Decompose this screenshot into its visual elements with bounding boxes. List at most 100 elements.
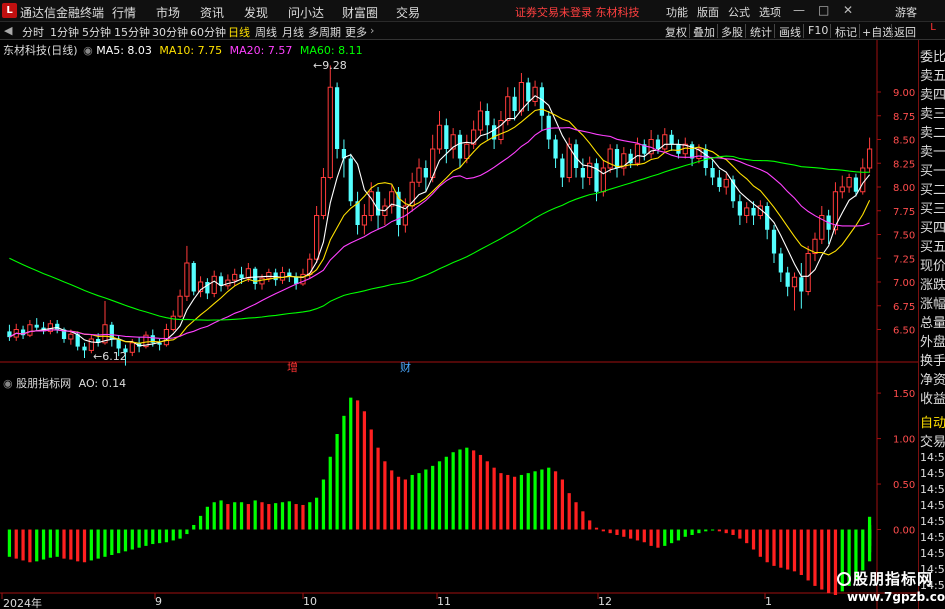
ao-bar xyxy=(560,479,564,530)
tab-5min[interactable]: 5分钟 xyxy=(82,24,111,40)
ao-bar xyxy=(813,529,817,586)
tab-30min[interactable]: 30分钟 xyxy=(152,24,188,40)
tab-daily[interactable]: 日线 xyxy=(228,24,250,40)
user-guest[interactable]: 游客 xyxy=(895,4,917,20)
panel-label-bid2: 买二 xyxy=(920,183,945,198)
ao-bar xyxy=(246,504,250,530)
ao-bar xyxy=(355,400,360,530)
event-mark-finance[interactable]: 财 xyxy=(400,359,411,375)
login-notice[interactable]: 证券交易未登录 东材科技 xyxy=(515,4,640,20)
menu-formula[interactable]: 公式 xyxy=(728,4,750,20)
tab-intraday[interactable]: 分时 xyxy=(22,24,44,40)
panel-label-earnings: 收益 xyxy=(920,392,945,407)
ao-bar xyxy=(185,529,189,535)
menu-wealth[interactable]: 财富圈 xyxy=(342,4,378,21)
candle-body-down xyxy=(710,168,715,178)
panel-label-bid-ratio: 委比 xyxy=(920,50,945,65)
maximize-icon[interactable]: □ xyxy=(818,3,829,17)
ao-bar xyxy=(567,493,571,530)
minimize-icon[interactable]: — xyxy=(793,3,805,17)
ao-bar xyxy=(62,529,66,559)
ao-bar xyxy=(526,473,530,530)
add-watchlist-button[interactable]: +自选 xyxy=(862,24,893,40)
stats-button[interactable]: 统计 xyxy=(750,24,772,40)
menu-layout[interactable]: 版面 xyxy=(697,4,719,20)
panel-label-bid5: 买五 xyxy=(920,240,945,255)
menu-quotes[interactable]: 行情 xyxy=(112,4,136,21)
adjust-button[interactable]: 复权 xyxy=(665,24,687,40)
candle-body-up xyxy=(860,167,866,193)
menu-functions[interactable]: 功能 xyxy=(666,4,688,20)
tab-15min[interactable]: 15分钟 xyxy=(114,24,150,40)
ao-bar xyxy=(301,504,305,530)
menu-assistant[interactable]: 问小达 xyxy=(288,4,324,21)
candle-body-up xyxy=(744,207,750,216)
ao-bar xyxy=(806,529,810,581)
tab-more[interactable]: 更多 xyxy=(345,24,367,40)
menu-options[interactable]: 选项 xyxy=(759,4,781,20)
candle-body-down xyxy=(560,158,565,178)
multi-stock-button[interactable]: 多股 xyxy=(721,24,743,40)
ao-bar xyxy=(601,529,605,532)
ao-bar xyxy=(772,529,776,566)
ao-bar xyxy=(96,529,100,559)
ao-bar xyxy=(335,434,339,530)
candle-body-down xyxy=(771,229,777,254)
panel-label-bid1: 买一 xyxy=(920,164,945,179)
candle-body-down xyxy=(717,177,722,187)
draw-line-button[interactable]: 画线 xyxy=(779,24,801,40)
mark-button[interactable]: 标记 xyxy=(835,24,857,40)
menu-discover[interactable]: 发现 xyxy=(244,4,268,21)
x-label-oct: 10 xyxy=(303,595,317,608)
ao-bar xyxy=(417,473,421,530)
event-mark-increase[interactable]: 增 xyxy=(287,359,298,375)
quote-side-panel: 委比 卖五 卖四 卖三 卖二 卖一 买一 买二 买三 买四 买五 现价 涨跌 涨… xyxy=(918,40,945,609)
candle-body-down xyxy=(348,158,353,202)
tick-time: 14:56 xyxy=(920,499,945,512)
divider xyxy=(891,24,892,38)
ao-bar xyxy=(28,529,32,563)
ao-bar xyxy=(424,469,428,530)
legend-toggle-icon[interactable]: ◉ xyxy=(83,44,93,57)
panel-label-bid4: 买四 xyxy=(920,221,945,236)
ao-bar xyxy=(164,529,169,543)
panel-label-volume: 总量 xyxy=(920,316,945,331)
tab-1min[interactable]: 1分钟 xyxy=(50,24,79,40)
tick-time: 14:56 xyxy=(920,515,945,528)
ao-bar xyxy=(117,529,121,554)
price-tick-label: 6.75 xyxy=(893,302,915,313)
ao-bar xyxy=(594,527,599,530)
kline-chart-svg[interactable]: 9.00 8.75 8.50 8.25 8.00 7.75 7.50 7.25 7.00 6.75… xyxy=(0,40,918,609)
f10-button[interactable]: F10 xyxy=(808,24,828,37)
candle-body-down xyxy=(334,87,340,149)
tab-multi-period[interactable]: 多周期 xyxy=(308,24,341,40)
close-icon[interactable]: ✕ xyxy=(843,3,853,17)
candle-body-down xyxy=(512,96,517,111)
menu-news[interactable]: 资讯 xyxy=(200,4,224,21)
kline-chart-area[interactable]: 9.00 8.75 8.50 8.25 8.00 7.75 7.50 7.25 7.00 6.75… xyxy=(0,40,918,609)
tab-60min[interactable]: 60分钟 xyxy=(190,24,226,40)
chevron-right-icon[interactable]: › xyxy=(370,24,374,37)
ao-bar xyxy=(431,465,435,530)
indicator-toggle-icon[interactable]: ◉ xyxy=(3,377,13,390)
candle-body-up xyxy=(184,262,190,297)
overlay-button[interactable]: 叠加 xyxy=(693,24,715,40)
back-arrow-icon[interactable]: ◀ xyxy=(4,24,12,37)
candle-body-up xyxy=(266,272,272,279)
panel-trade[interactable]: 交易 xyxy=(920,431,945,450)
stock-title: 东材科技(日线) xyxy=(3,44,78,57)
tab-monthly[interactable]: 月线 xyxy=(282,24,304,40)
ao-bar xyxy=(649,529,653,546)
menu-market[interactable]: 市场 xyxy=(156,4,180,21)
ao-bar xyxy=(485,461,489,530)
ao-bar xyxy=(512,476,517,530)
ao-bar xyxy=(21,529,25,561)
high-arrow: ← xyxy=(313,59,323,72)
panel-auto[interactable]: 自动 xyxy=(920,412,945,431)
tab-weekly[interactable]: 周线 xyxy=(255,24,277,40)
menu-trade[interactable]: 交易 xyxy=(396,4,420,21)
return-button[interactable]: 返回 xyxy=(894,24,916,40)
ao-bar xyxy=(465,447,469,530)
ao-bar xyxy=(383,461,387,530)
ao-bar xyxy=(390,470,394,530)
